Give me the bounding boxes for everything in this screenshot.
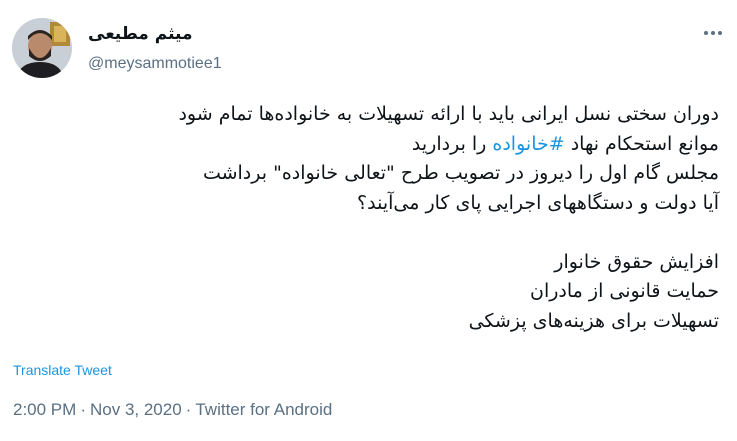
author-display-name[interactable]: میثم مطیعی xyxy=(88,24,192,44)
tweet-line: تسهیلات برای هزینه‌های پزشکی xyxy=(468,309,719,332)
meta-separator: · xyxy=(185,400,192,419)
tweet-line: افزایش حقوق خانوار xyxy=(554,250,719,273)
tweet-line: موانع استحکام نهاد #خانواده را بردارید xyxy=(10,130,719,160)
meta-separator: · xyxy=(80,400,86,419)
avatar[interactable] xyxy=(12,18,72,78)
tweet-text: دوران سختی نسل ایرانی باید با ارائه تسهی… xyxy=(10,100,719,336)
profile-photo xyxy=(12,18,72,78)
tweet-line: آیا دولت و دستگاههای اجرایی پای کار می‌آ… xyxy=(357,191,719,214)
translate-tweet-link[interactable]: Translate Tweet xyxy=(13,362,112,378)
tweet-time[interactable]: 2:00 PM xyxy=(13,400,76,419)
tweet-meta: 2:00 PM · Nov 3, 2020 · Twitter for Android xyxy=(13,400,332,420)
tweet-line: دوران سختی نسل ایرانی باید با ارائه تسهی… xyxy=(178,103,719,125)
tweet-date[interactable]: Nov 3, 2020 xyxy=(90,400,182,419)
more-dot xyxy=(718,31,722,35)
tweet-line: مجلس گام اول را دیروز در تصویب طرح "تعال… xyxy=(202,162,719,184)
more-dot xyxy=(704,31,708,35)
tweet-line: حمایت قانونی از مادران xyxy=(530,280,719,302)
author-handle[interactable]: @meysammotiee1 xyxy=(88,55,222,73)
tweet-line-text: را بردارید xyxy=(411,132,493,155)
tweet-source[interactable]: Twitter for Android xyxy=(195,400,332,419)
more-dot xyxy=(711,31,715,35)
hashtag-link[interactable]: #خانواده xyxy=(492,133,564,155)
more-icon[interactable] xyxy=(700,27,726,39)
tweet-line-text: موانع استحکام نهاد xyxy=(564,132,719,155)
